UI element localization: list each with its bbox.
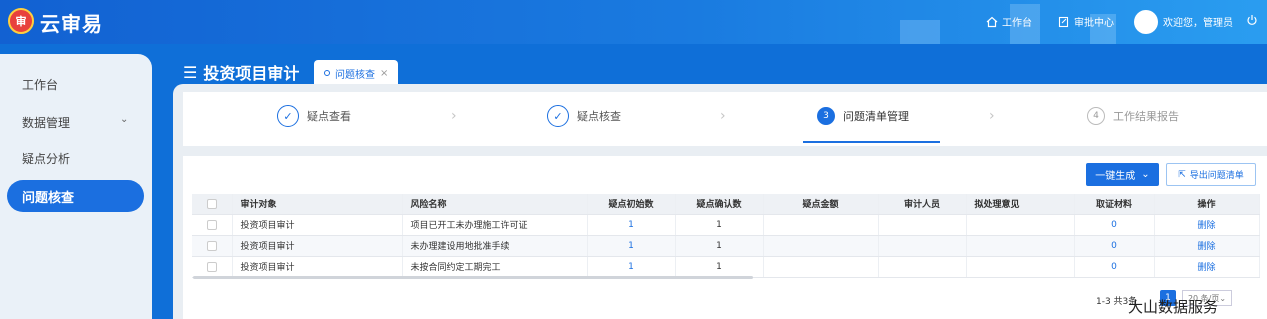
chevron-right-icon: › — [989, 108, 995, 124]
sidebar-item-issue-check[interactable]: 问题核查 — [7, 180, 144, 212]
step-suspect-view[interactable]: ✓ 疑点查看 — [277, 105, 351, 127]
step-bar: ✓ 疑点查看 › ✓ 疑点核查 › 3 问题清单管理 › 4 工作结果报告 — [183, 92, 1267, 146]
cell-amount — [763, 214, 879, 236]
col-evidence: 取证材料 — [1074, 194, 1155, 215]
tab-dot-icon — [324, 70, 330, 76]
sidebar-item-data-management[interactable]: 数据管理 ⌄ — [22, 114, 128, 131]
table-row: 投资项目审计 未办理建设用地批准手续 1 1 0 删除 — [192, 235, 1260, 257]
cell-opinion — [966, 214, 1075, 236]
main-content: ✓ 疑点查看 › ✓ 疑点核查 › 3 问题清单管理 › 4 工作结果报告 一键… — [173, 84, 1267, 319]
app-logo[interactable]: 审 — [8, 8, 34, 34]
sidebar-item-workbench[interactable]: 工作台 — [22, 76, 58, 93]
export-issue-list-button[interactable]: ⇱ 导出问题清单 — [1166, 163, 1256, 186]
cell-evidence[interactable]: 0 — [1074, 214, 1155, 236]
page-title: ☰ 投资项目审计 — [183, 62, 300, 84]
app-title: 云审易 — [40, 12, 103, 36]
row-checkbox[interactable] — [192, 235, 233, 257]
document-icon — [1058, 16, 1070, 28]
active-step-indicator — [803, 141, 940, 143]
power-icon — [1246, 14, 1258, 26]
nav-approval-center[interactable]: 审批中心 — [1058, 14, 1114, 29]
delete-link[interactable]: 删除 — [1154, 214, 1260, 236]
home-icon — [986, 16, 998, 28]
col-opinion: 拟处理意见 — [966, 194, 1075, 215]
chevron-down-icon: ⌄ — [1219, 293, 1227, 303]
step-issue-list[interactable]: 3 问题清单管理 — [817, 107, 909, 125]
delete-link[interactable]: 删除 — [1154, 235, 1260, 257]
cell-auditor — [878, 235, 967, 257]
cell-evidence[interactable]: 0 — [1074, 256, 1155, 278]
col-action: 操作 — [1154, 194, 1260, 215]
cell-auditor — [878, 214, 967, 236]
top-bar: 审 云审易 工作台 审批中心 欢迎您，管理员 — [0, 0, 1267, 44]
cell-initial-count[interactable]: 1 — [587, 256, 676, 278]
tab-issue-check[interactable]: 问题核查 × — [314, 60, 398, 86]
col-audit-object: 审计对象 — [232, 194, 403, 215]
list-icon: ☰ — [183, 62, 198, 82]
cell-confirmed-count: 1 — [675, 214, 764, 236]
issue-table: 审计对象 风险名称 疑点初始数 疑点确认数 疑点金额 审计人员 拟处理意见 取证… — [192, 194, 1260, 278]
table-header-row: 审计对象 风险名称 疑点初始数 疑点确认数 疑点金额 审计人员 拟处理意见 取证… — [192, 194, 1260, 215]
step-work-report[interactable]: 4 工作结果报告 — [1087, 107, 1179, 125]
table-row: 投资项目审计 项目已开工未办理施工许可证 1 1 0 删除 — [192, 214, 1260, 236]
avatar[interactable] — [1134, 10, 1158, 34]
row-checkbox[interactable] — [192, 214, 233, 236]
step-suspect-check[interactable]: ✓ 疑点核查 — [547, 105, 621, 127]
close-icon[interactable]: × — [380, 68, 388, 79]
col-confirmed-count: 疑点确认数 — [675, 194, 764, 215]
cell-opinion — [966, 256, 1075, 278]
delete-link[interactable]: 删除 — [1154, 256, 1260, 278]
generate-button[interactable]: 一键生成 ⌄ — [1086, 163, 1159, 186]
cell-auditor — [878, 256, 967, 278]
table-row: 投资项目审计 未按合同约定工期完工 1 1 0 删除 — [192, 256, 1260, 278]
sidebar-item-suspect-analysis[interactable]: 疑点分析 — [22, 150, 70, 167]
cell-amount — [763, 256, 879, 278]
cell-audit-object: 投资项目审计 — [232, 256, 403, 278]
user-welcome[interactable]: 欢迎您，管理员 — [1163, 14, 1233, 29]
logout-button[interactable] — [1246, 14, 1258, 26]
chevron-down-icon: ⌄ — [120, 114, 129, 125]
watermark: 大山数据服务 — [1128, 298, 1219, 316]
chevron-right-icon: › — [451, 108, 457, 124]
row-checkbox[interactable] — [192, 256, 233, 278]
step-number: 4 — [1087, 107, 1105, 125]
cell-risk-name: 未按合同约定工期完工 — [402, 256, 588, 278]
cell-amount — [763, 235, 879, 257]
step-number: 3 — [817, 107, 835, 125]
cell-opinion — [966, 235, 1075, 257]
cell-initial-count[interactable]: 1 — [587, 214, 676, 236]
col-amount: 疑点金额 — [763, 194, 879, 215]
select-all-checkbox[interactable] — [192, 194, 233, 215]
cell-risk-name: 未办理建设用地批准手续 — [402, 235, 588, 257]
col-risk-name: 风险名称 — [402, 194, 588, 215]
cell-audit-object: 投资项目审计 — [232, 214, 403, 236]
cell-risk-name: 项目已开工未办理施工许可证 — [402, 214, 588, 236]
sidebar: 工作台 数据管理 ⌄ 疑点分析 问题核查 — [0, 54, 152, 319]
col-auditor: 审计人员 — [878, 194, 967, 215]
col-initial-count: 疑点初始数 — [587, 194, 676, 215]
issue-table-card: 一键生成 ⌄ ⇱ 导出问题清单 审计对象 风险名称 疑点初始数 疑点确认数 疑点… — [183, 156, 1267, 319]
cell-evidence[interactable]: 0 — [1074, 235, 1155, 257]
export-icon: ⇱ — [1178, 169, 1186, 180]
cell-confirmed-count: 1 — [675, 256, 764, 278]
horizontal-scrollbar[interactable] — [193, 276, 753, 279]
cell-initial-count[interactable]: 1 — [587, 235, 676, 257]
cell-audit-object: 投资项目审计 — [232, 235, 403, 257]
check-icon: ✓ — [277, 105, 299, 127]
chevron-down-icon: ⌄ — [1141, 169, 1150, 180]
nav-workbench[interactable]: 工作台 — [986, 14, 1032, 29]
chevron-right-icon: › — [720, 108, 726, 124]
cell-confirmed-count: 1 — [675, 235, 764, 257]
check-icon: ✓ — [547, 105, 569, 127]
